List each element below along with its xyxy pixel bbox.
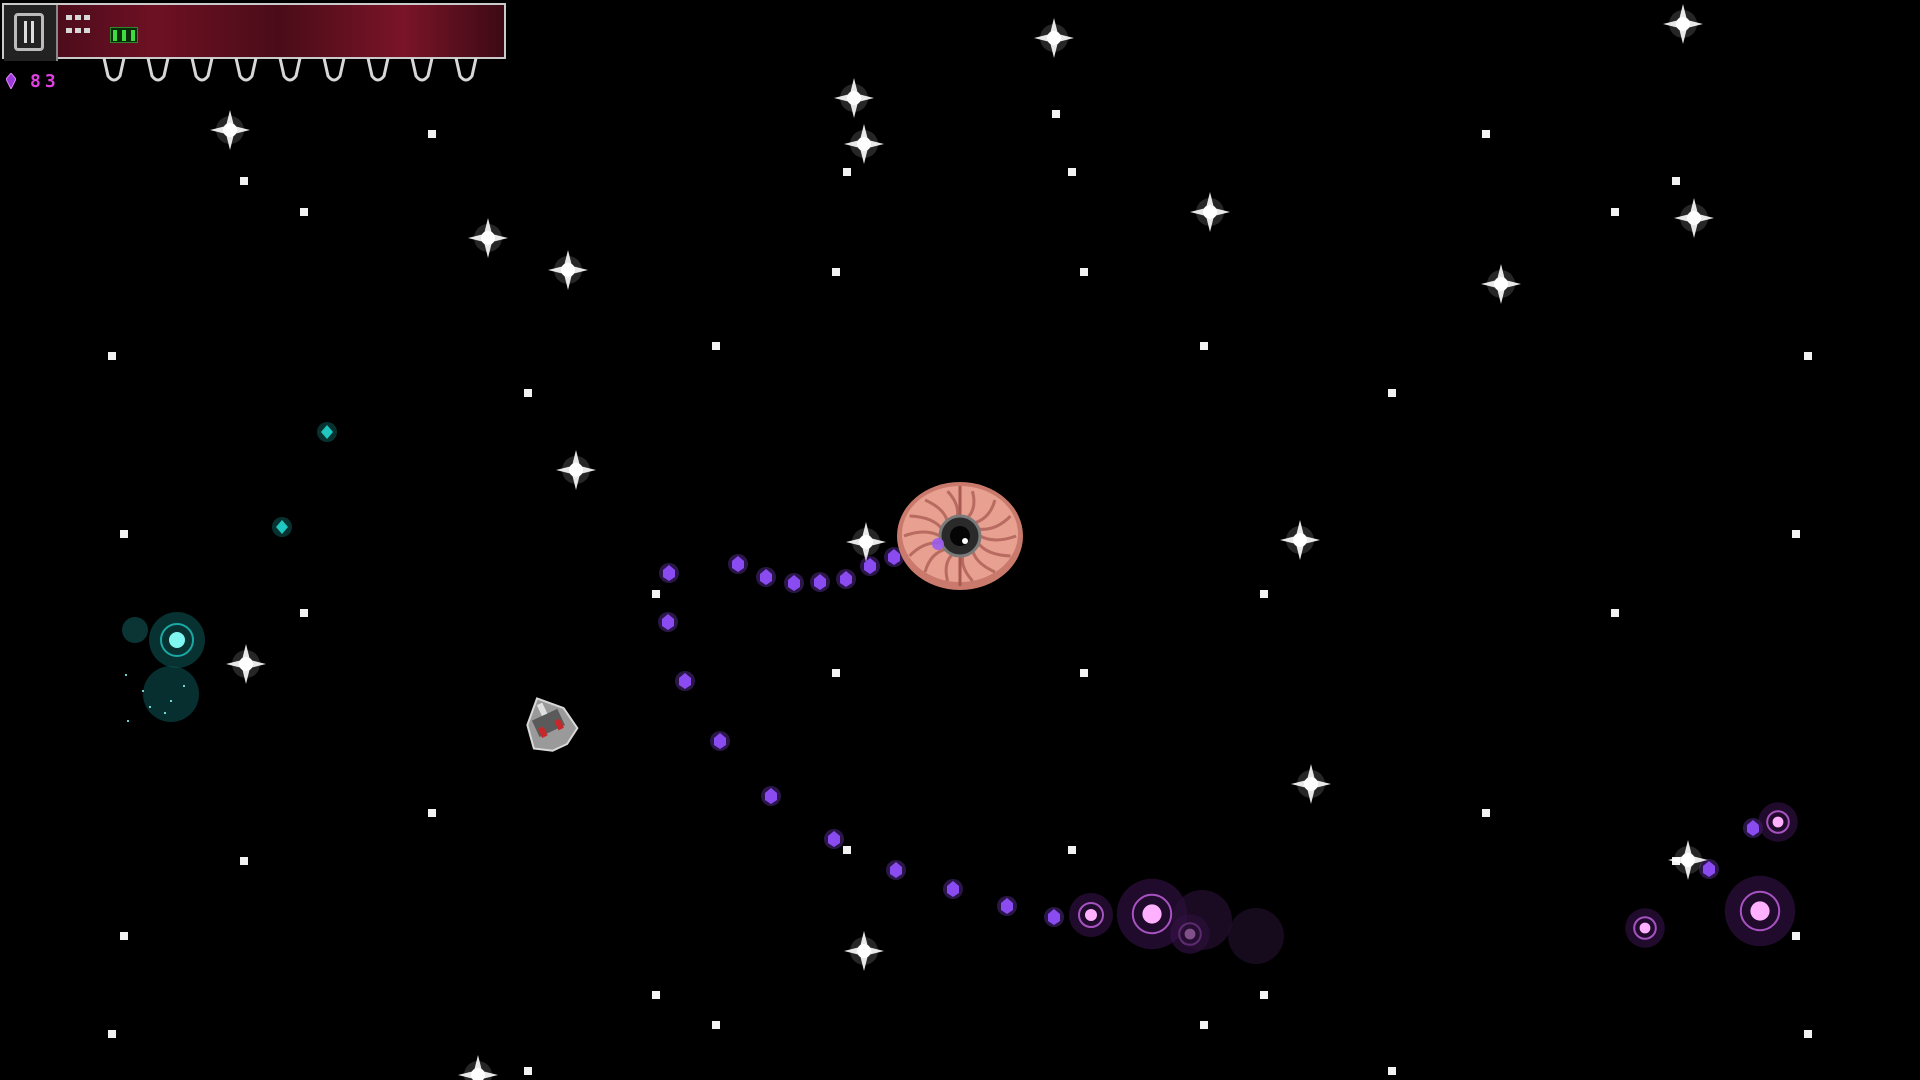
helmet-portrait-icon <box>4 5 58 61</box>
hud-tooth <box>146 58 170 82</box>
purple-projectile <box>761 786 781 806</box>
hud-tooth <box>366 58 390 82</box>
purple-projectile <box>886 860 906 880</box>
purple-projectile <box>756 567 776 587</box>
purple-projectile <box>943 879 963 899</box>
hud-tooth <box>410 58 434 82</box>
purple-crystal-icon <box>6 73 16 89</box>
game-viewport[interactable] <box>0 0 1920 1080</box>
inventory-grid-icon <box>66 15 90 37</box>
teal-crystal <box>272 517 292 537</box>
purple-projectile <box>860 556 880 576</box>
purple-projectile <box>824 829 844 849</box>
purple-projectile <box>836 569 856 589</box>
pink-orb <box>1724 875 1796 947</box>
hud-tooth <box>190 58 214 82</box>
hud-tooth <box>234 58 258 82</box>
hud-tooth <box>322 58 346 82</box>
purple-projectile <box>659 563 679 583</box>
purple-projectile <box>658 612 678 632</box>
player-ship[interactable] <box>515 688 581 757</box>
purple-projectile <box>810 572 830 592</box>
purple-projectile <box>675 671 695 691</box>
teal-orb <box>122 612 205 722</box>
hud-tooth <box>278 58 302 82</box>
purple-projectile <box>1699 859 1719 879</box>
crystal-count: 83 <box>30 70 60 92</box>
pink-orb <box>1625 908 1665 948</box>
brain-eye-icon <box>938 514 982 558</box>
purple-projectile <box>1044 907 1064 927</box>
hud: 83 <box>0 0 510 92</box>
pink-orb <box>1069 893 1113 937</box>
crystal-counter: 83 <box>6 70 60 92</box>
pink-orb <box>1758 802 1798 842</box>
purple-projectile <box>710 731 730 751</box>
green-battery-icon <box>110 27 138 43</box>
health-bar-panel <box>2 3 506 61</box>
game-entities-layer <box>122 422 1798 964</box>
brain-boss[interactable] <box>897 482 1023 590</box>
teal-crystal <box>317 422 337 442</box>
purple-projectile <box>997 896 1017 916</box>
purple-projectile <box>728 554 748 574</box>
hud-tooth <box>102 58 126 82</box>
purple-projectile <box>784 573 804 593</box>
hud-tooth <box>454 58 478 82</box>
hud-teeth-decoration <box>102 58 478 82</box>
